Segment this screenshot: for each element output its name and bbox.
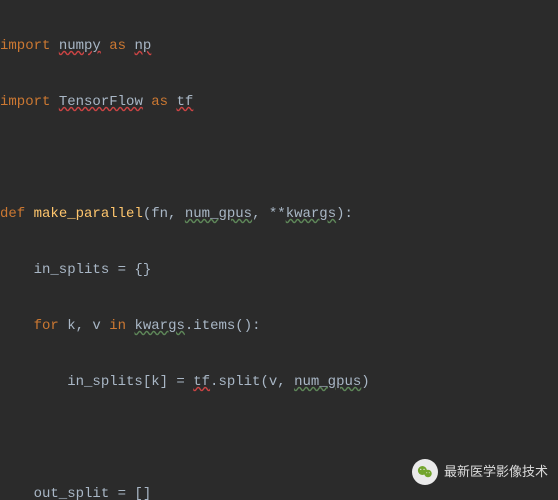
code-line	[0, 144, 558, 172]
keyword-import: import	[0, 94, 50, 110]
var-tf: tf	[193, 374, 210, 390]
module-numpy: numpy	[59, 38, 101, 54]
alias-tf: tf	[176, 94, 193, 110]
param-num-gpus: num_gpus	[185, 206, 252, 222]
keyword-in: in	[109, 318, 126, 334]
func-name: make_parallel	[34, 206, 143, 222]
code-line: in_splits = {}	[0, 256, 558, 284]
module-tensorflow: TensorFlow	[59, 94, 143, 110]
code-line: import TensorFlow as tf	[0, 88, 558, 116]
wechat-icon	[412, 459, 438, 485]
keyword-def: def	[0, 206, 25, 222]
alias-np: np	[134, 38, 151, 54]
keyword-import: import	[0, 38, 50, 54]
keyword-as: as	[151, 94, 168, 110]
code-line: def make_parallel(fn, num_gpus, **kwargs…	[0, 200, 558, 228]
watermark-text: 最新医学影像技术	[444, 458, 548, 486]
var-kwargs: kwargs	[134, 318, 184, 334]
code-line	[0, 424, 558, 452]
param-kwargs: kwargs	[286, 206, 336, 222]
keyword-as: as	[109, 38, 126, 54]
code-line: import numpy as np	[0, 32, 558, 60]
keyword-for: for	[34, 318, 59, 334]
code-line: in_splits[k] = tf.split(v, num_gpus)	[0, 368, 558, 396]
code-line: for k, v in kwargs.items():	[0, 312, 558, 340]
var-num-gpus: num_gpus	[294, 374, 361, 390]
watermark: 最新医学影像技术	[412, 458, 548, 486]
code-editor: import numpy as np import TensorFlow as …	[0, 0, 558, 500]
